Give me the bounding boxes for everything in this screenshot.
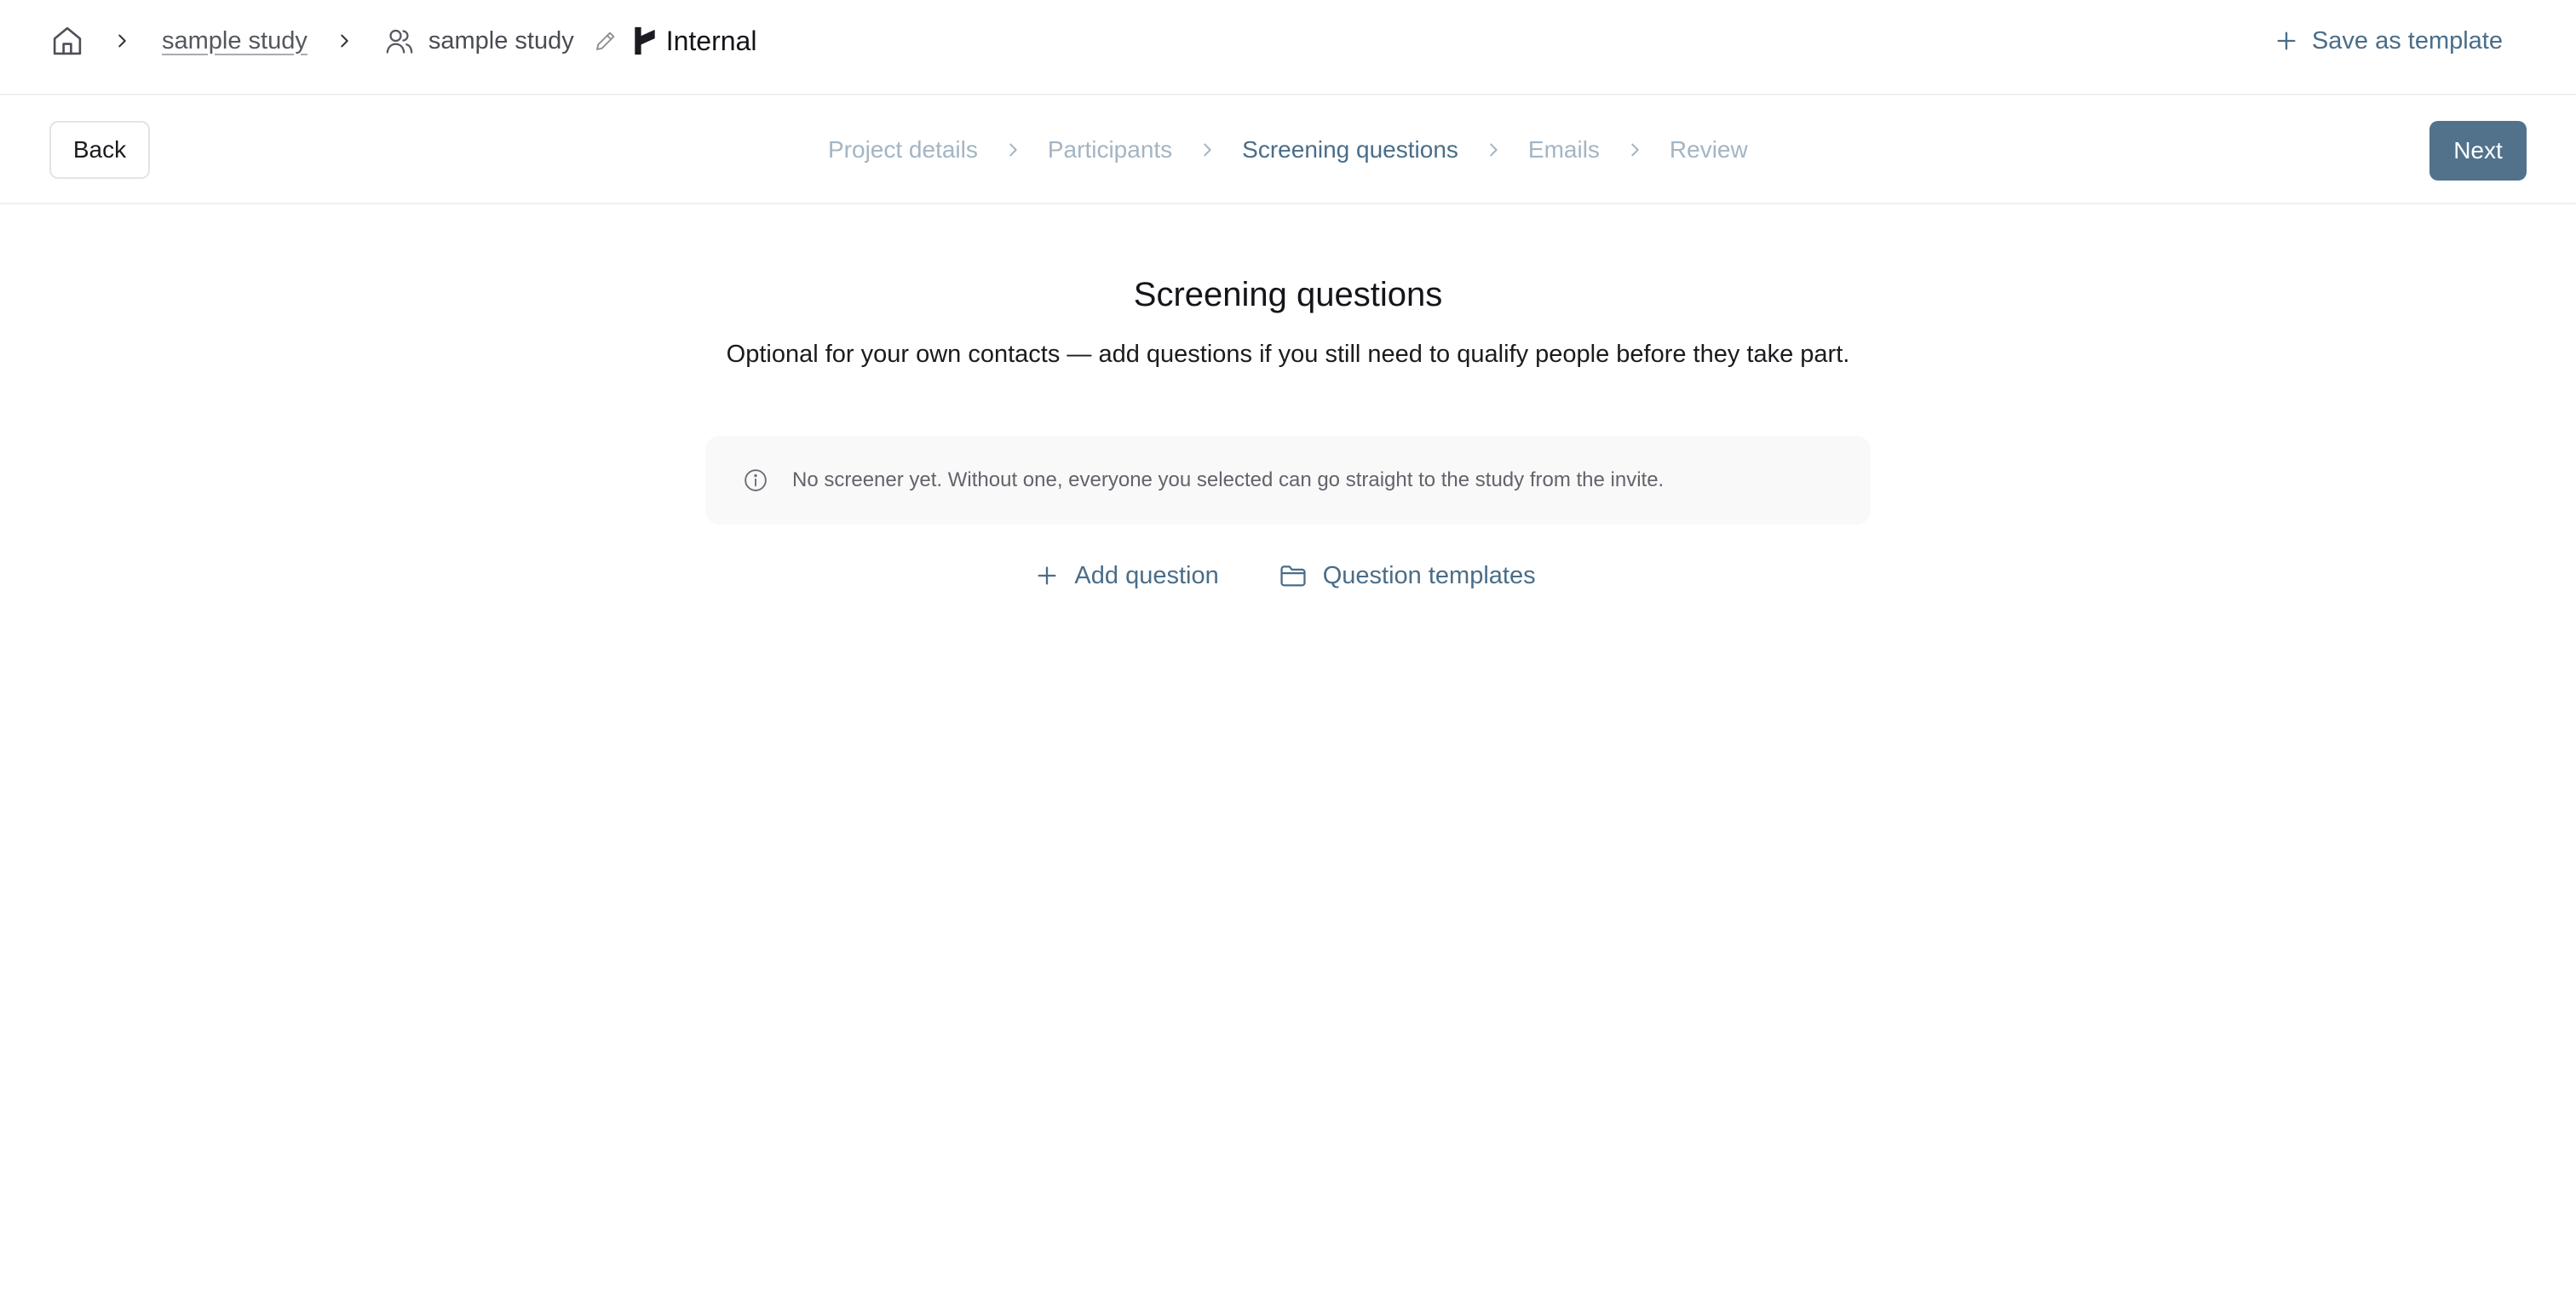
step-navigation-bar: Back Project details Participants Screen… <box>0 95 2576 204</box>
home-button[interactable] <box>49 23 85 59</box>
brand-label: Internal <box>665 25 757 56</box>
breadcrumb: sample study sample study Internal <box>49 20 756 61</box>
info-icon <box>745 469 767 491</box>
plus-icon <box>2277 32 2296 50</box>
folder-icon <box>1280 565 1306 587</box>
edit-name-button[interactable] <box>574 28 632 54</box>
brand-logo-icon <box>635 26 655 55</box>
page-subtitle: Optional for your own contacts — add que… <box>726 341 1850 368</box>
add-question-label: Add question <box>1074 561 1219 589</box>
question-actions: Add question Question templates <box>0 555 2576 596</box>
chevron-right-icon <box>1631 143 1639 157</box>
question-templates-label: Question templates <box>1322 561 1536 589</box>
step-screening-questions[interactable]: Screening questions <box>1242 136 1458 164</box>
next-button[interactable]: Next <box>2429 121 2527 181</box>
top-bar: sample study sample study Internal Save … <box>0 0 2576 95</box>
notice-text: No screener yet. Without one, everyone y… <box>792 468 1665 491</box>
stepper: Project details Participants Screening q… <box>828 129 1748 170</box>
chevron-right-icon <box>1204 143 1211 157</box>
step-emails[interactable]: Emails <box>1528 136 1600 164</box>
chevron-right-icon <box>341 34 348 48</box>
question-templates-button[interactable]: Question templates <box>1279 561 1536 590</box>
page-title: Screening questions <box>1133 276 1443 313</box>
step-participants[interactable]: Participants <box>1048 136 1172 164</box>
person-icon <box>386 29 413 54</box>
save-as-template-label: Save as template <box>2311 26 2503 54</box>
step-review[interactable]: Review <box>1670 136 1748 164</box>
add-question-button[interactable]: Add question <box>1035 561 1219 590</box>
pencil-icon <box>595 32 615 50</box>
breadcrumb-participant-group: sample study <box>428 26 574 54</box>
chevron-right-icon <box>1490 143 1498 157</box>
step-project-details[interactable]: Project details <box>828 136 978 164</box>
breadcrumb-study-link[interactable]: sample study <box>162 27 308 55</box>
back-button[interactable]: Back <box>49 121 150 179</box>
no-screener-notice: No screener yet. Without one, everyone y… <box>705 436 1871 525</box>
chevron-right-icon <box>118 34 126 48</box>
chevron-right-icon <box>1009 143 1017 157</box>
save-as-template-button[interactable]: Save as template <box>2274 22 2503 60</box>
home-icon <box>53 26 82 55</box>
plus-icon <box>1038 566 1056 585</box>
